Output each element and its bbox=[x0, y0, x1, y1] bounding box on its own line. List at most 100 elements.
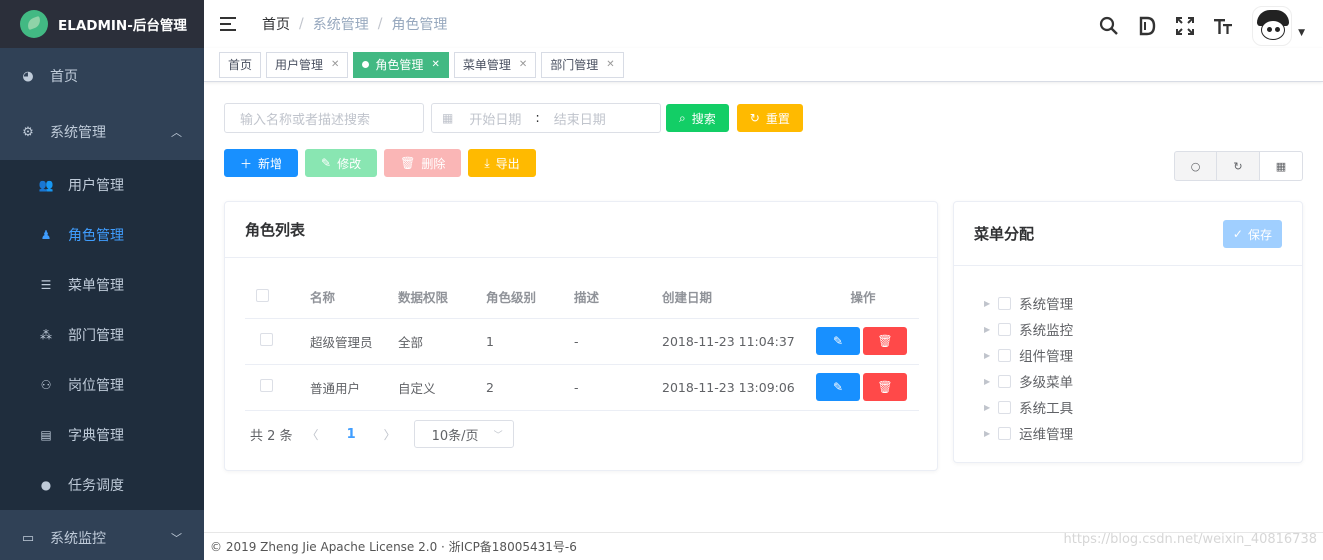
caret-down-icon[interactable]: ▼ bbox=[1298, 28, 1305, 38]
breadcrumb-home[interactable]: 首页 bbox=[262, 14, 290, 34]
search-input[interactable]: 输入名称或者描述搜索 bbox=[224, 103, 424, 133]
pagination: 共 2 条 〈 1 〉 10条/页 ﹀ bbox=[250, 420, 514, 448]
font-size-icon[interactable] bbox=[1212, 15, 1234, 37]
export-button[interactable]: ⤓ 导出 bbox=[468, 149, 536, 177]
monitor-icon: ▭ bbox=[21, 530, 35, 546]
current-page[interactable]: 1 bbox=[347, 427, 356, 442]
tree-node[interactable]: ▶ 系统工具 bbox=[984, 394, 1073, 420]
sidebar-item-monitor[interactable]: ▭ 系统监控 ﹀ bbox=[0, 510, 204, 560]
tag-home[interactable]: 首页 bbox=[219, 51, 262, 78]
sidebar-item-label: 系统管理 bbox=[50, 125, 106, 141]
tree-node[interactable]: ▶ 组件管理 bbox=[984, 342, 1073, 368]
search-row: 输入名称或者描述搜索 ▦ 开始日期 : 结束日期 ⌕ 搜索 ↻ 重置 bbox=[224, 103, 1303, 133]
breadcrumb-system: 系统管理 bbox=[312, 17, 369, 33]
hamburger-icon[interactable] bbox=[220, 17, 238, 31]
caret-right-icon[interactable]: ▶ bbox=[984, 351, 990, 360]
row-checkbox[interactable] bbox=[260, 379, 273, 392]
export-button-label: 导出 bbox=[495, 156, 520, 171]
doc-icon[interactable] bbox=[1136, 15, 1158, 37]
sidebar-item-home[interactable]: ◕ 首页 bbox=[0, 48, 204, 104]
sidebar-item-roles[interactable]: ♟ 角色管理 bbox=[0, 210, 204, 260]
role-list-card: 角色列表 名称 数据权限 角色级别 描述 创建日期 操作 超级管理员 全部 1 … bbox=[224, 201, 938, 471]
caret-right-icon[interactable]: ▶ bbox=[984, 429, 990, 438]
breadcrumb-separator: / bbox=[299, 16, 304, 32]
tag-menus[interactable]: 菜单管理 ✕ bbox=[453, 51, 537, 78]
close-icon[interactable]: ✕ bbox=[519, 59, 527, 70]
page-size-select[interactable]: 10条/页 ﹀ bbox=[413, 420, 514, 448]
table-row[interactable]: 超级管理员 全部 1 - 2018-11-23 11:04:37 ✎ 🗑 bbox=[245, 318, 919, 365]
grid-icon: ▦ bbox=[1275, 159, 1287, 173]
caret-right-icon[interactable]: ▶ bbox=[984, 377, 990, 386]
sidebar-item-dicts[interactable]: ▤ 字典管理 bbox=[0, 410, 204, 460]
search-button[interactable]: ⌕ 搜索 bbox=[666, 104, 729, 132]
sidebar-item-label: 岗位管理 bbox=[68, 378, 124, 394]
tag-roles[interactable]: 角色管理 ✕ bbox=[353, 51, 449, 78]
save-button-label: 保存 bbox=[1247, 227, 1272, 242]
row-checkbox[interactable] bbox=[260, 333, 273, 346]
menu-assign-header: 菜单分配 ✓ 保存 bbox=[954, 202, 1302, 266]
select-all-checkbox[interactable] bbox=[256, 288, 269, 302]
search-icon[interactable] bbox=[1098, 15, 1120, 37]
column-header: 操作 bbox=[807, 276, 919, 319]
delete-button[interactable]: 🗑 删除 bbox=[384, 149, 462, 177]
tree-checkbox[interactable] bbox=[998, 322, 1012, 336]
tree-checkbox[interactable] bbox=[998, 348, 1012, 362]
reset-button[interactable]: ↻ 重置 bbox=[736, 104, 803, 132]
sidebar-item-users[interactable]: 👥 用户管理 bbox=[0, 160, 204, 210]
cell-level: 2 bbox=[486, 364, 574, 411]
tree-node-label: 运维管理 bbox=[1019, 427, 1074, 443]
sidebar-item-menus[interactable]: ☰ 菜单管理 bbox=[0, 260, 204, 310]
role-table: 名称 数据权限 角色级别 描述 创建日期 操作 超级管理员 全部 1 - 201… bbox=[245, 276, 919, 411]
cell-desc: - bbox=[574, 318, 662, 365]
tree-checkbox[interactable] bbox=[998, 426, 1012, 440]
tree-node[interactable]: ▶ 多级菜单 bbox=[984, 368, 1073, 394]
sidebar-item-tasks[interactable]: ● 任务调度 bbox=[0, 460, 204, 510]
refresh-button[interactable]: ↻ bbox=[1217, 151, 1260, 181]
trash-icon: 🗑 bbox=[400, 156, 416, 170]
edit-button[interactable]: ✎ 修改 bbox=[305, 149, 378, 177]
tree-node[interactable]: ▶ 系统监控 bbox=[984, 316, 1073, 342]
add-button[interactable]: ＋ 新增 bbox=[224, 149, 299, 177]
tag-users[interactable]: 用户管理 ✕ bbox=[266, 51, 349, 78]
table-row[interactable]: 普通用户 自定义 2 - 2018-11-23 13:09:06 ✎ 🗑 bbox=[245, 364, 919, 411]
dept-tree-icon: ⁂ bbox=[40, 328, 52, 342]
columns-button[interactable]: ▦ bbox=[1260, 151, 1303, 181]
date-range-picker[interactable]: ▦ 开始日期 : 结束日期 bbox=[431, 103, 661, 133]
tree-node[interactable]: ▶ 系统管理 bbox=[984, 290, 1073, 316]
menu-assign-card: 菜单分配 ✓ 保存 ▶ 系统管理 ▶ 系统监控 ▶ 组件管理 ▶ 多级菜单 ▶ … bbox=[953, 201, 1303, 463]
save-button[interactable]: ✓ 保存 bbox=[1222, 220, 1282, 248]
sidebar-item-label: 任务调度 bbox=[68, 478, 124, 494]
tree-checkbox[interactable] bbox=[998, 400, 1012, 414]
table-tools: ○ ↻ ▦ bbox=[1174, 151, 1303, 181]
row-edit-button[interactable]: ✎ bbox=[816, 327, 860, 355]
close-icon[interactable]: ✕ bbox=[431, 59, 439, 70]
close-icon[interactable]: ✕ bbox=[331, 59, 339, 70]
tree-checkbox[interactable] bbox=[998, 374, 1012, 388]
next-page-icon[interactable]: 〉 bbox=[384, 426, 396, 443]
caret-right-icon[interactable]: ▶ bbox=[984, 299, 990, 308]
card-title: 菜单分配 bbox=[974, 225, 1035, 243]
row-delete-button[interactable]: 🗑 bbox=[863, 373, 907, 401]
sidebar-item-depts[interactable]: ⁂ 部门管理 bbox=[0, 310, 204, 360]
caret-right-icon[interactable]: ▶ bbox=[984, 325, 990, 334]
tree-checkbox[interactable] bbox=[998, 296, 1012, 310]
tree-node[interactable]: ▶ 运维管理 bbox=[984, 420, 1073, 446]
role-list-header: 角色列表 bbox=[225, 202, 937, 258]
sidebar-item-system[interactable]: ⚙ 系统管理 ︿ bbox=[0, 104, 204, 160]
users-icon: 👥 bbox=[38, 178, 54, 192]
toggle-search-button[interactable]: ○ bbox=[1174, 151, 1217, 181]
check-icon: ✓ bbox=[1232, 227, 1243, 241]
tag-label: 角色管理 bbox=[375, 58, 424, 72]
sidebar-item-jobs[interactable]: ⚇ 岗位管理 bbox=[0, 360, 204, 410]
fullscreen-icon[interactable] bbox=[1174, 15, 1196, 37]
edit-icon: ✎ bbox=[832, 380, 844, 394]
row-delete-button[interactable]: 🗑 bbox=[863, 327, 907, 355]
close-icon[interactable]: ✕ bbox=[606, 59, 614, 70]
caret-right-icon[interactable]: ▶ bbox=[984, 403, 990, 412]
logo[interactable]: ELADMIN-后台管理 bbox=[0, 0, 204, 48]
row-edit-button[interactable]: ✎ bbox=[816, 373, 860, 401]
sidebar-item-label: 字典管理 bbox=[68, 428, 124, 444]
prev-page-icon[interactable]: 〈 bbox=[307, 426, 319, 443]
tag-depts[interactable]: 部门管理 ✕ bbox=[541, 51, 624, 78]
avatar[interactable] bbox=[1252, 6, 1293, 46]
